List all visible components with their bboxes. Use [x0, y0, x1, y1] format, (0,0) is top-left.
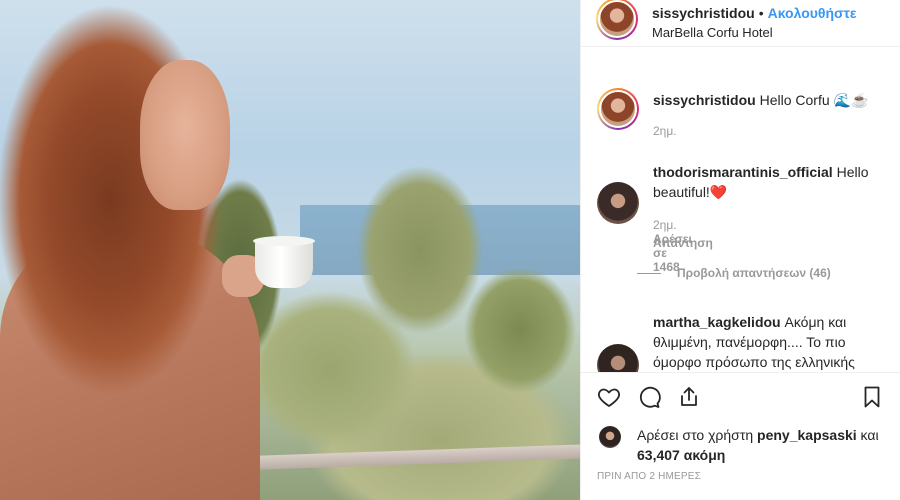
comment-avatar[interactable] — [597, 344, 639, 372]
caption-time[interactable]: 2ημ. — [653, 124, 677, 138]
photo-woman-face — [140, 60, 230, 210]
separator-dot: • — [758, 5, 764, 21]
post-date[interactable]: ΠΡΙΝ ΑΠΟ 2 ΗΜΕΡΕΣ — [597, 471, 701, 482]
view-replies-button[interactable]: Προβολή απαντήσεων (46) — [637, 266, 831, 280]
likes-prefix: Αρέσει στο χρήστη — [637, 427, 754, 443]
likes-summary: Αρέσει στο χρήστη peny_kapsaski και 63,4… — [637, 425, 887, 465]
post-header: sissychristidou • Ακολουθήστε MarBella Cor… — [581, 0, 900, 47]
caption-username[interactable]: sissychristidou — [653, 92, 756, 108]
comment-body: thodorismarantinis_official Hello beauti… — [653, 162, 893, 202]
follow-button[interactable]: Ακολουθήστε — [768, 5, 857, 21]
replies-divider — [637, 272, 661, 274]
liker-username[interactable]: peny_kapsaski — [757, 427, 857, 443]
heart-icon[interactable] — [597, 385, 621, 409]
post-photo[interactable] — [0, 0, 581, 500]
view-replies-label: Προβολή απαντήσεων (46) — [677, 266, 831, 280]
comment-body: martha_kagkelidou Ακόμη και θλιμμένη, πα… — [653, 312, 893, 372]
side-panel: sissychristidou • Ακολουθήστε MarBella Cor… — [581, 0, 900, 500]
photo-cup — [253, 236, 315, 288]
reply-link[interactable]: Απάντηση — [653, 236, 713, 250]
caption-emoji: 🌊☕ — [833, 92, 869, 108]
header-text: sissychristidou • Ακολουθήστε MarBella Cor… — [652, 5, 857, 40]
comment-icon[interactable] — [637, 385, 661, 409]
location-link[interactable]: MarBella Corfu Hotel — [652, 25, 857, 40]
action-icons — [597, 385, 701, 409]
liker-avatar[interactable] — [599, 426, 621, 448]
action-bar: Αρέσει στο χρήστη peny_kapsaski και 63,4… — [581, 372, 900, 500]
post-view: sissychristidou • Ακολουθήστε MarBella Cor… — [0, 0, 900, 500]
comment-time[interactable]: 2ημ. — [653, 218, 677, 232]
share-icon[interactable] — [677, 385, 701, 409]
comment-avatar[interactable] — [597, 182, 639, 224]
comments-list[interactable]: sissychristidou Hello Corfu 🌊☕ 2ημ. thod… — [581, 80, 900, 372]
comment-username[interactable]: martha_kagkelidou — [653, 314, 781, 330]
caption-avatar[interactable] — [597, 88, 639, 130]
likes-count[interactable]: 63,407 ακόμη — [637, 447, 725, 463]
author-avatar[interactable] — [596, 0, 638, 40]
caption-text: Hello Corfu — [759, 92, 830, 108]
likes-middle: και — [860, 427, 879, 443]
author-username[interactable]: sissychristidou — [652, 5, 755, 21]
reply-label[interactable]: Απάντηση — [653, 236, 713, 250]
bookmark-icon[interactable] — [860, 385, 884, 409]
caption-body: sissychristidou Hello Corfu 🌊☕ — [653, 90, 893, 110]
comment-username[interactable]: thodorismarantinis_official — [653, 164, 833, 180]
